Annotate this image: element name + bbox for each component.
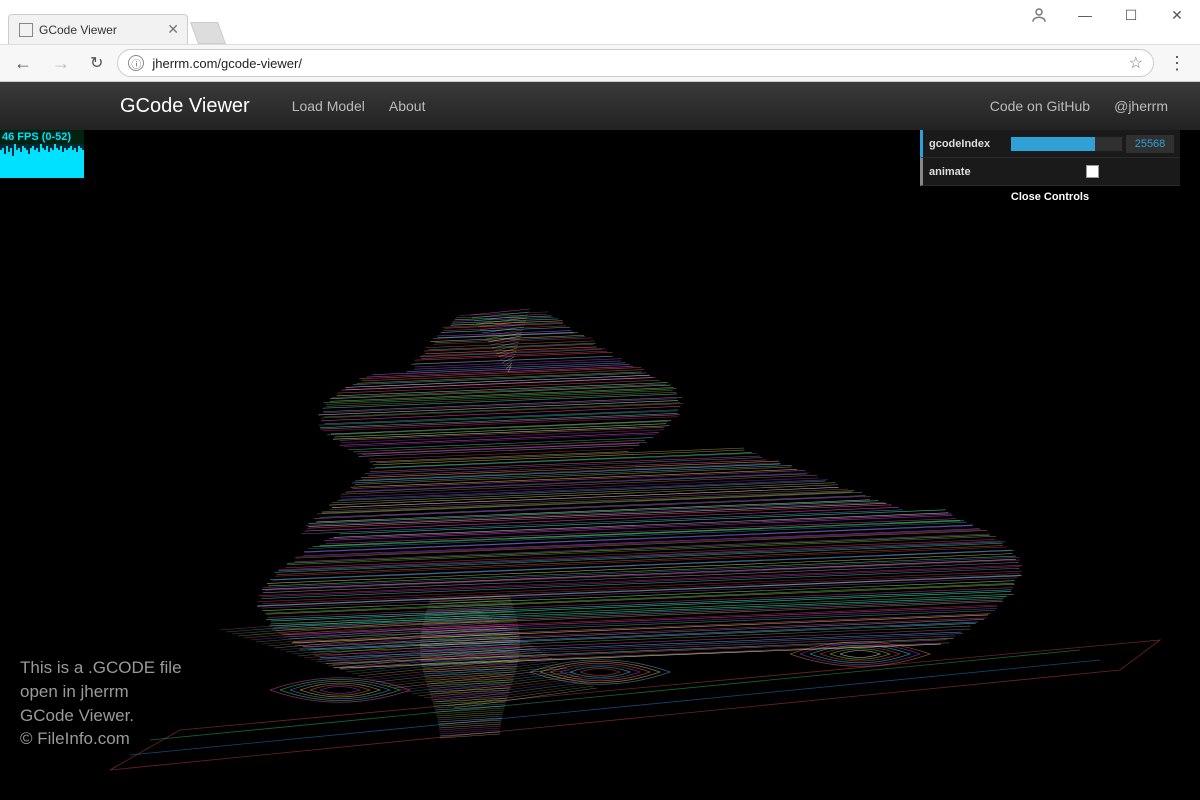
- window-controls: — ☐ ✕: [1016, 0, 1200, 30]
- caption-line: © FileInfo.com: [20, 727, 182, 751]
- fps-label: 46 FPS (0-52): [0, 130, 84, 144]
- window-minimize-button[interactable]: —: [1062, 0, 1108, 30]
- chrome-menu-icon[interactable]: ⋮: [1162, 53, 1192, 74]
- caption-line: This is a .GCODE file: [20, 656, 182, 680]
- app-navbar: GCode Viewer Load Model About Code on Gi…: [0, 82, 1200, 130]
- browser-tab[interactable]: GCode Viewer ✕: [8, 14, 188, 44]
- gcodeindex-slider[interactable]: [1011, 137, 1122, 151]
- app-root: GCode Viewer Load Model About Code on Gi…: [0, 82, 1200, 800]
- nav-code-on-github[interactable]: Code on GitHub: [990, 98, 1090, 114]
- slider-fill: [1011, 137, 1095, 151]
- tab-close-icon[interactable]: ✕: [167, 21, 179, 38]
- url-text: jherrm.com/gcode-viewer/: [152, 56, 1128, 71]
- fps-counter: 46 FPS (0-52): [0, 130, 84, 178]
- page-icon: [19, 23, 33, 37]
- gui-close-button[interactable]: Close Controls: [920, 186, 1180, 208]
- gcodeindex-value[interactable]: 25568: [1126, 135, 1174, 153]
- nav-load-model[interactable]: Load Model: [292, 98, 365, 114]
- site-info-icon[interactable]: ⓘ: [128, 55, 144, 71]
- back-button[interactable]: ←: [8, 49, 38, 78]
- gui-label-animate: animate: [929, 166, 1011, 178]
- animate-checkbox-wrap: [1011, 165, 1174, 178]
- window-close-button[interactable]: ✕: [1154, 0, 1200, 30]
- caption-line: GCode Viewer.: [20, 704, 182, 728]
- new-tab-button[interactable]: [190, 22, 226, 44]
- chrome-user-icon[interactable]: [1016, 6, 1062, 24]
- forward-button[interactable]: →: [46, 49, 76, 78]
- bookmark-star-icon[interactable]: ☆: [1129, 53, 1143, 73]
- reload-button[interactable]: ↻: [84, 49, 109, 77]
- window-maximize-button[interactable]: ☐: [1108, 0, 1154, 30]
- gui-row-gcodeindex: gcodeIndex 25568: [920, 130, 1180, 158]
- dat-gui-panel: gcodeIndex 25568 animate Close Controls: [920, 130, 1180, 208]
- gui-row-animate: animate: [920, 158, 1180, 186]
- overlay-caption: This is a .GCODE file open in jherrm GCo…: [20, 656, 182, 751]
- tab-title: GCode Viewer: [39, 23, 117, 37]
- address-bar[interactable]: ⓘ jherrm.com/gcode-viewer/ ☆: [117, 49, 1154, 77]
- caption-line: open in jherrm: [20, 680, 182, 704]
- animate-checkbox[interactable]: [1086, 165, 1099, 178]
- nav-twitter[interactable]: @jherrm: [1114, 98, 1168, 114]
- nav-about[interactable]: About: [389, 98, 426, 114]
- browser-toolbar: ← → ↻ ⓘ jherrm.com/gcode-viewer/ ☆ ⋮: [0, 44, 1200, 82]
- app-brand: GCode Viewer: [120, 95, 250, 118]
- gui-label-gcodeindex: gcodeIndex: [929, 138, 1011, 150]
- fps-graph: [0, 144, 84, 178]
